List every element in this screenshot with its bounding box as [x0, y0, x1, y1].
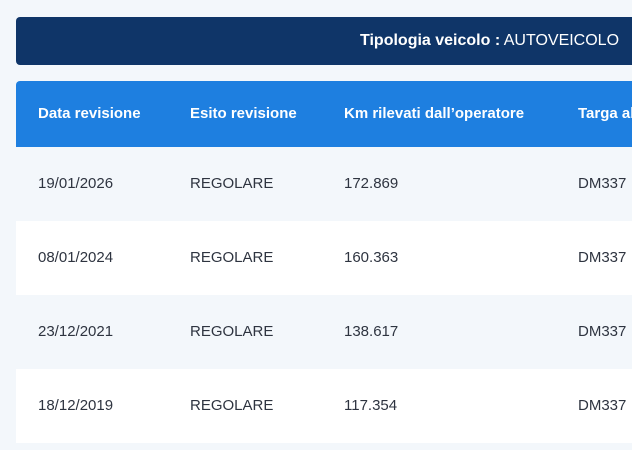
cell-outcome: REGOLARE — [190, 175, 274, 192]
cell-outcome: REGOLARE — [190, 323, 274, 340]
cell-plate: DM337 — [578, 397, 627, 414]
table-row: 08/01/2024 REGOLARE 160.363 DM337 — [16, 221, 632, 295]
cell-date: 18/12/2019 — [38, 397, 114, 414]
cell-plate: DM337 — [578, 175, 627, 192]
cell-outcome: REGOLARE — [190, 397, 274, 414]
vehicle-type-label: Tipologia veicolo : — [360, 32, 501, 49]
cell-km: 160.363 — [344, 249, 399, 266]
cell-outcome: REGOLARE — [190, 249, 274, 266]
cell-date: 19/01/2026 — [38, 175, 114, 192]
header-targa: Targa al — [578, 105, 632, 122]
cell-plate: DM337 — [578, 249, 627, 266]
header-km-rilevati: Km rilevati dall’operatore — [344, 105, 525, 122]
table-row: 23/12/2021 REGOLARE 138.617 DM337 — [16, 295, 632, 369]
vehicle-type-value: AUTOVEICOLO — [503, 32, 620, 49]
table-row: 18/12/2019 REGOLARE 117.354 DM337 — [16, 369, 632, 443]
table-header: Data revisione Esito revisione Km rileva… — [16, 81, 632, 147]
cell-plate: DM337 — [578, 323, 627, 340]
vehicle-type-bar: Tipologia veicolo : AUTOVEICOLO — [16, 17, 632, 65]
cell-km: 172.869 — [344, 175, 399, 192]
cell-km: 117.354 — [344, 397, 398, 414]
revisions-table: Data revisione Esito revisione Km rileva… — [16, 81, 632, 443]
vehicle-type-text: Tipologia veicolo : AUTOVEICOLO — [360, 17, 619, 65]
table-row: 19/01/2026 REGOLARE 172.869 DM337 — [16, 147, 632, 221]
header-esito-revisione: Esito revisione — [190, 105, 297, 122]
header-data-revisione: Data revisione — [38, 105, 141, 122]
cell-date: 08/01/2024 — [38, 249, 114, 266]
cell-date: 23/12/2021 — [38, 323, 114, 340]
cell-km: 138.617 — [344, 323, 399, 340]
